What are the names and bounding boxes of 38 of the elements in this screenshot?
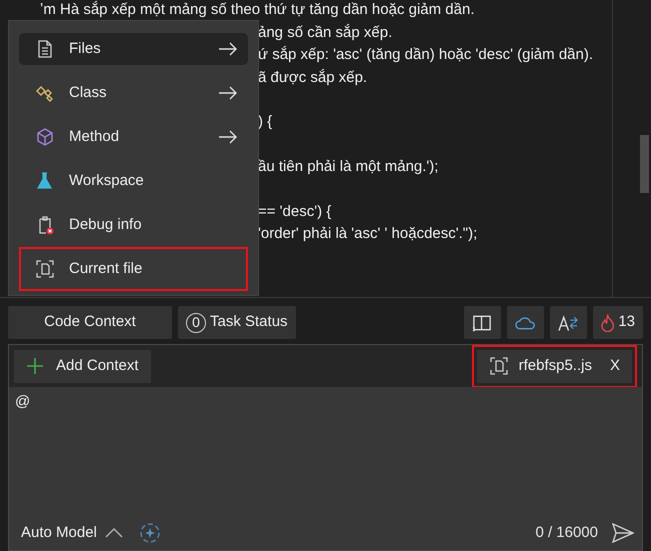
- cloud-icon: [515, 316, 536, 330]
- menu-item[interactable]: Class: [19, 71, 248, 115]
- flame-count-button[interactable]: 13: [593, 306, 643, 339]
- code-line: ứ sắp xếp: 'asc' (tăng dần) hoặc 'desc' (giảm dần).: [258, 45, 594, 66]
- scrollbar-thumb[interactable]: [640, 135, 649, 193]
- menu-item[interactable]: Current file: [19, 247, 248, 291]
- book-button[interactable]: [464, 306, 501, 339]
- flame-icon: [601, 314, 614, 332]
- translate-button[interactable]: [550, 306, 587, 339]
- add-context-button[interactable]: Add Context: [14, 350, 151, 382]
- code-context-tab[interactable]: Code Context: [8, 306, 172, 339]
- menu-item[interactable]: Method: [19, 115, 248, 159]
- menu-item[interactable]: Workspace: [19, 159, 248, 203]
- plus-icon: [26, 357, 44, 375]
- code-line: ầu tiên phải là một mảng.');: [258, 156, 438, 177]
- code-line: 'order' phải là 'asc' ' hoặcdesc'.");: [258, 224, 478, 244]
- chat-input-field[interactable]: Add Context rfebfsp5..js X @ Auto Model 0 / 16000: [8, 344, 643, 551]
- character-counter: 0 / 16000: [535, 522, 598, 542]
- close-button[interactable]: X: [602, 354, 620, 378]
- sparkle-refresh-icon[interactable]: [138, 522, 161, 544]
- cube-icon: [35, 127, 55, 147]
- caret-icon: [104, 528, 123, 538]
- cloud-button[interactable]: [507, 306, 544, 339]
- file-frame-icon: [488, 356, 509, 376]
- translate-icon: [558, 314, 579, 332]
- book-icon: [472, 312, 493, 332]
- file-frame-icon: [35, 259, 55, 279]
- menu-item[interactable]: Debug info: [19, 203, 248, 247]
- code-line: == 'desc') {: [258, 202, 332, 222]
- code-line: ảng số cần sắp xếp.: [258, 22, 392, 43]
- task-status-button[interactable]: 0 Task Status: [178, 306, 296, 339]
- model-dropdown[interactable]: Auto Model: [21, 522, 123, 544]
- menu-item[interactable]: Files: [19, 33, 248, 65]
- send-icon[interactable]: [612, 522, 634, 543]
- code-line: ã được sắp xếp.: [258, 68, 368, 88]
- flask-icon: [35, 171, 55, 191]
- code-line: ʼm Hà sắp xếp một mảng số theo thứ tự tăng dần hoặc giảm dần.: [40, 0, 474, 20]
- file-chip[interactable]: rfebfsp5..js X: [476, 350, 632, 382]
